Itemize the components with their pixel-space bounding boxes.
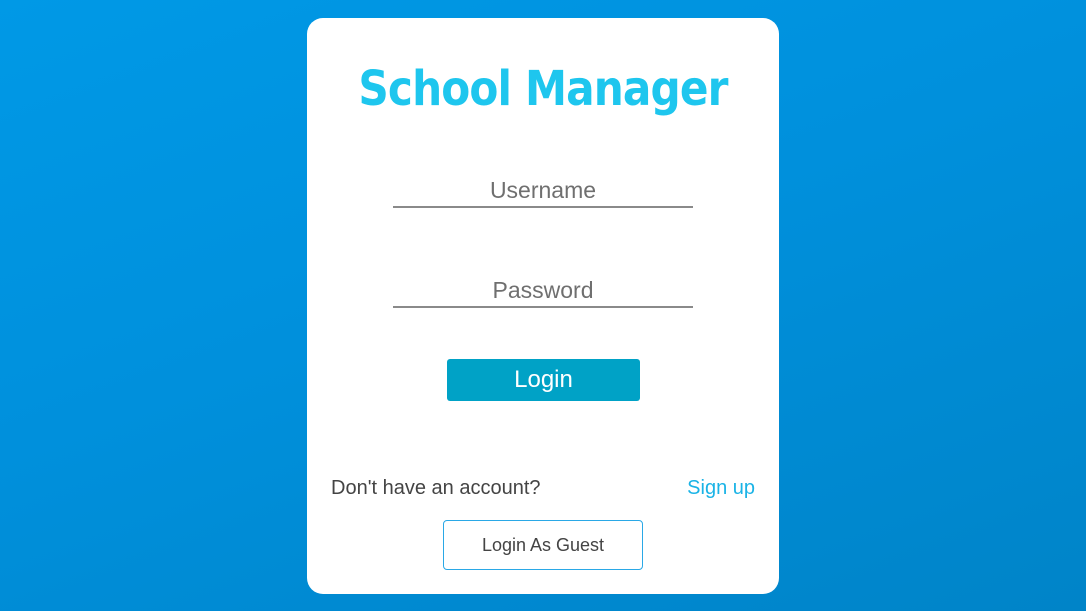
no-account-text: Don't have an account? (331, 477, 541, 499)
signup-link[interactable]: Sign up (687, 475, 755, 501)
app-title: School Manager (358, 61, 728, 117)
password-input[interactable] (393, 274, 693, 308)
login-as-guest-button[interactable]: Login As Guest (443, 520, 643, 570)
username-input[interactable] (393, 174, 693, 208)
login-button[interactable]: Login (447, 359, 640, 401)
login-card: School Manager Login Don't have an accou… (307, 18, 779, 594)
